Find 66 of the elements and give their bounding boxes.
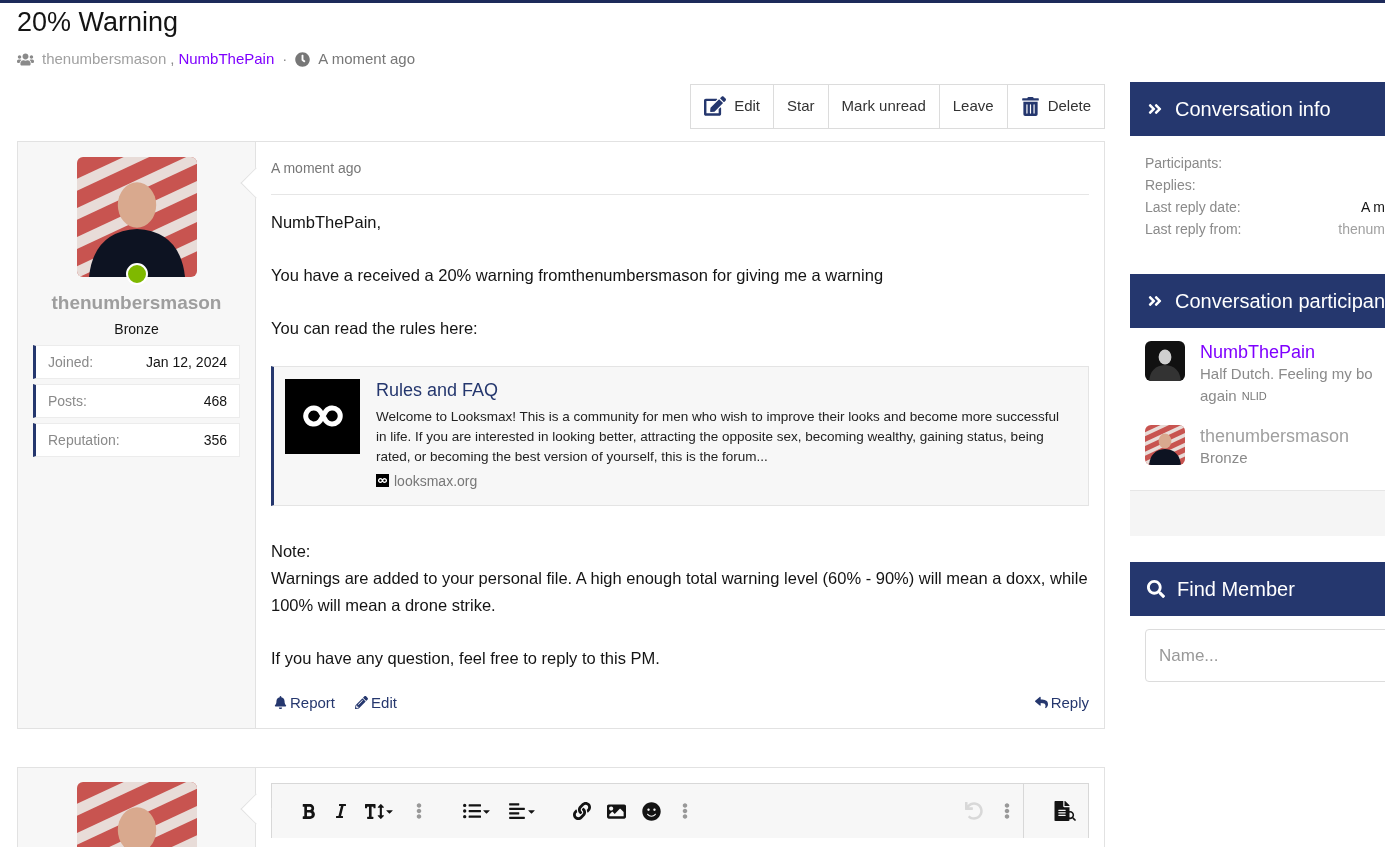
flag-tag: NLID (1241, 385, 1267, 407)
participant-title: Half Dutch. Feeling my bo (1200, 364, 1373, 384)
italic-icon (333, 803, 349, 819)
reply-link[interactable]: Reply (1034, 691, 1089, 714)
undo-icon (965, 802, 983, 820)
site-favicon-icon (376, 474, 389, 487)
sidebar-title: Find Member (1177, 577, 1295, 602)
stat-value: 356 (203, 430, 227, 450)
preview-title[interactable]: Rules and FAQ (376, 378, 1076, 401)
message-text: NumbThePain, (271, 211, 383, 233)
toolbar-button[interactable]: Star (773, 84, 828, 128)
report-link[interactable]: Report (274, 691, 336, 714)
clock-icon (295, 51, 311, 67)
participant-name[interactable]: NumbThePain (1200, 341, 1373, 363)
participant-title: Bronze (1200, 448, 1248, 468)
message-text: If you have any question, feel free to reply to this PM. (271, 647, 661, 669)
sidebar-title: Conversation participan (1175, 289, 1385, 314)
conversation-time: A moment ago (318, 49, 416, 69)
message-text: You can read the rules here: (271, 317, 479, 339)
toolbar-button[interactable]: Delete (1006, 84, 1104, 128)
member-search-field[interactable]: Name... (1145, 629, 1385, 682)
toolbar-button[interactable]: Mark unread (827, 84, 939, 128)
separator-dot: · (282, 49, 288, 69)
toolbar-button[interactable]: Leave (938, 84, 1007, 128)
link-icon (573, 802, 591, 820)
page-title: 20% Warning (17, 9, 180, 36)
double-chevron-icon (1147, 293, 1163, 309)
bold-icon (300, 802, 317, 820)
info-label: Replies: (1145, 176, 1197, 195)
info-label: Participants: (1145, 154, 1224, 173)
message-text: Warnings are added to your personal file. A high enough total warning level (60% - 90%) will mean a doxx, while 100% will mean a drone strike. (271, 567, 1089, 616)
info-value: A m (1360, 198, 1385, 217)
text-size-icon (365, 801, 384, 821)
align-icon (508, 802, 526, 820)
author-rank: Bronze (114, 320, 159, 339)
toolbar-button[interactable]: Edit (691, 84, 774, 128)
edit-icon (704, 95, 727, 117)
preview-site: looksmax.org (394, 471, 478, 491)
preview-snippet: Welcome to Looksmax! This is a community for men who wish to improve their looks and become more successful in life. If you are interested in looking better, attracting the opposite sex, becoming wealthy, gaining status, being rated, or becoming the best version of yourself, this is the forum... (376, 407, 1061, 466)
sidebar-title: Conversation info (1175, 97, 1331, 122)
participant-title: again (1200, 386, 1237, 406)
search-icon (1147, 580, 1165, 598)
info-label: Last reply from: (1145, 220, 1243, 239)
list-icon (463, 802, 481, 820)
message-text: You have a received a 20% warning fromthenumbersmason for giving me a warning (271, 264, 885, 286)
reply-icon (1034, 696, 1048, 710)
trash-icon (1020, 96, 1040, 116)
info-value: thenum (1338, 220, 1385, 239)
stat-label: Posts: (48, 391, 87, 411)
message-date: A moment ago (271, 157, 362, 195)
double-chevron-icon (1147, 101, 1163, 117)
infinity-logo-icon (285, 378, 360, 454)
stat-label: Reputation: (48, 430, 120, 450)
bell-icon (274, 696, 287, 710)
edit-link[interactable]: Edit (355, 691, 397, 714)
pencil-icon (355, 696, 369, 710)
stat-value: 468 (203, 391, 227, 411)
info-label: Last reply date: (1145, 198, 1242, 217)
stat-value: Jan 12, 2024 (146, 352, 227, 372)
message-text: Note: (271, 540, 312, 562)
separator-comma: , (170, 49, 175, 69)
stat-label: Joined: (48, 352, 94, 372)
link-preview-card[interactable] (271, 365, 1089, 506)
smiley-icon (642, 801, 661, 821)
image-icon (607, 801, 626, 821)
participant-link[interactable]: NumbThePain (178, 48, 275, 71)
